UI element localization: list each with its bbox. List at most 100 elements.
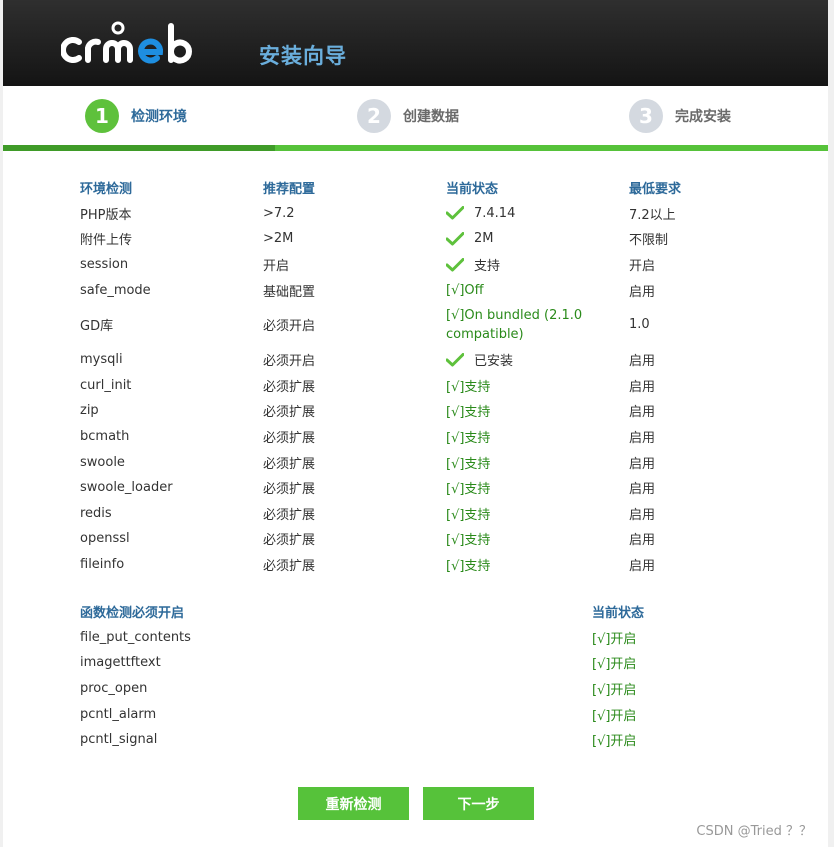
check-icon [446,206,464,220]
env-item-status: [√]支持 [446,526,626,552]
env-item-min: 启用 [629,347,759,373]
table-row: proc_open [√]开启 [80,676,760,702]
env-item-status: 2M [446,226,626,252]
recheck-button[interactable]: 重新检测 [298,787,409,820]
env-item-name: mysqli [80,347,260,373]
table-row: curl_init 必须扩展 [√]支持 启用 [80,373,760,399]
env-item-min-text: 开启 [629,259,656,275]
step-2-label: 创建数据 [403,109,459,125]
check-icon [446,231,464,246]
env-item-min-text: 7.2以上 [629,207,676,223]
env-item-name: 附件上传 [80,226,260,252]
env-item-status: [√]支持 [446,398,626,424]
step-1-number: 1 [85,99,119,133]
fn-item-name: pcntl_alarm [80,701,380,727]
env-item-recommend-text: 必须开启 [263,319,316,335]
env-item-min: 启用 [629,449,759,475]
env-item-name: PHP版本 [80,201,260,227]
watermark: CSDN @Tried ？？ [696,824,812,839]
env-item-recommend: 基础配置 [263,277,443,303]
env-item-status-text: [√]On bundled (2.1.0 compatible) [446,307,583,342]
env-item-status-text: [√]支持 [446,533,491,549]
fn-item-status-text: [√]开启 [592,683,637,699]
env-item-name: curl_init [80,373,260,399]
env-item-status-text: 支持 [474,259,501,275]
env-item-min-text: 启用 [629,431,656,447]
table-row: session 开启 支持 开启 [80,252,760,278]
step-3: 3 完成安装 [629,99,731,133]
env-item-name-text: fileinfo [80,557,125,573]
env-item-recommend-text: 必须扩展 [263,507,316,523]
env-item-min: 开启 [629,252,759,278]
fn-item-status: [√]开启 [592,701,752,727]
env-item-status: [√]On bundled (2.1.0 compatible) [446,303,626,347]
env-item-name-text: GD库 [80,319,114,335]
env-item-status-text: [√]支持 [446,456,491,472]
env-item-min-text: 启用 [629,354,656,370]
env-item-recommend-text: 必须扩展 [263,533,316,549]
env-item-name: session [80,252,260,278]
env-item-recommend-text: 必须扩展 [263,482,316,498]
table-header-row: 函数检测必须开启 当前状态 [80,599,760,625]
table-row: openssl 必须扩展 [√]支持 启用 [80,526,760,552]
env-item-name-text: safe_mode [80,282,151,298]
fn-item-status-text: [√]开启 [592,657,637,673]
env-item-min-text: 启用 [629,379,656,395]
table-row: file_put_contents [√]开启 [80,625,760,651]
env-item-status: 已安装 [446,347,626,373]
env-item-name: zip [80,398,260,424]
env-item-status-text: [√]支持 [446,507,491,523]
env-item-recommend: 必须扩展 [263,424,443,450]
fn-item-name-text: imagettftext [80,655,161,671]
env-item-recommend-text: 必须扩展 [263,405,316,421]
env-item-min-text: 1.0 [629,317,650,333]
progress-fill [3,145,275,151]
env-item-recommend: 必须扩展 [263,552,443,578]
fn-item-status: [√]开启 [592,625,752,651]
env-item-status-text: [√]支持 [446,405,491,421]
table-row: safe_mode 基础配置 [√]Off 启用 [80,277,760,303]
env-item-status: [√]支持 [446,373,626,399]
column-header: 当前状态 [446,182,499,198]
env-item-min-text: 不限制 [629,233,669,249]
env-item-name-text: bcmath [80,429,130,445]
fn-item-status: [√]开启 [592,650,752,676]
table-row: redis 必须扩展 [√]支持 启用 [80,501,760,527]
table-row: swoole 必须扩展 [√]支持 启用 [80,449,760,475]
step-1-label: 检测环境 [131,109,187,125]
env-item-recommend-text: 基础配置 [263,284,316,300]
env-item-min-text: 启用 [629,533,656,549]
next-step-button[interactable]: 下一步 [423,787,534,820]
env-item-recommend-text: 必须扩展 [263,379,316,395]
env-item-name-text: redis [80,505,112,521]
table-row: zip 必须扩展 [√]支持 启用 [80,398,760,424]
env-item-name: swoole_loader [80,475,260,501]
function-check-table: 函数检测必须开启 当前状态 file_put_contents [√]开启 imag… [80,599,760,753]
env-item-status-text: 2M [474,231,494,247]
env-item-name-text: 附件上传 [80,233,133,249]
header: 安装向导 [3,0,828,86]
step-indicator: 1 检测环境 2 创建数据 3 完成安装 [3,86,828,146]
env-item-min-text: 启用 [629,456,656,472]
fn-item-name-text: pcntl_alarm [80,706,157,722]
fn-item-status-text: [√]开启 [592,708,637,724]
step-1: 1 检测环境 [85,99,187,133]
env-item-status: [√]支持 [446,424,626,450]
env-item-name-text: curl_init [80,377,132,393]
table-row: imagettftext [√]开启 [80,650,760,676]
env-item-status: 7.4.14 [446,201,626,227]
env-item-status: [√]Off [446,277,626,303]
fn-item-name: file_put_contents [80,625,380,651]
fn-item-status: [√]开启 [592,676,752,702]
env-item-name: GD库 [80,303,260,347]
table-row: bcmath 必须扩展 [√]支持 启用 [80,424,760,450]
env-item-min: 启用 [629,475,759,501]
env-item-recommend: 必须扩展 [263,373,443,399]
env-item-status-text: 已安装 [474,354,514,370]
step-2-number: 2 [357,99,391,133]
table-row: mysqli 必须开启 已安装 启用 [80,347,760,373]
page-title: 安装向导 [259,44,347,68]
env-item-status: [√]支持 [446,449,626,475]
column-header: 当前状态 [592,606,645,622]
env-item-recommend-text: 必须开启 [263,354,316,370]
